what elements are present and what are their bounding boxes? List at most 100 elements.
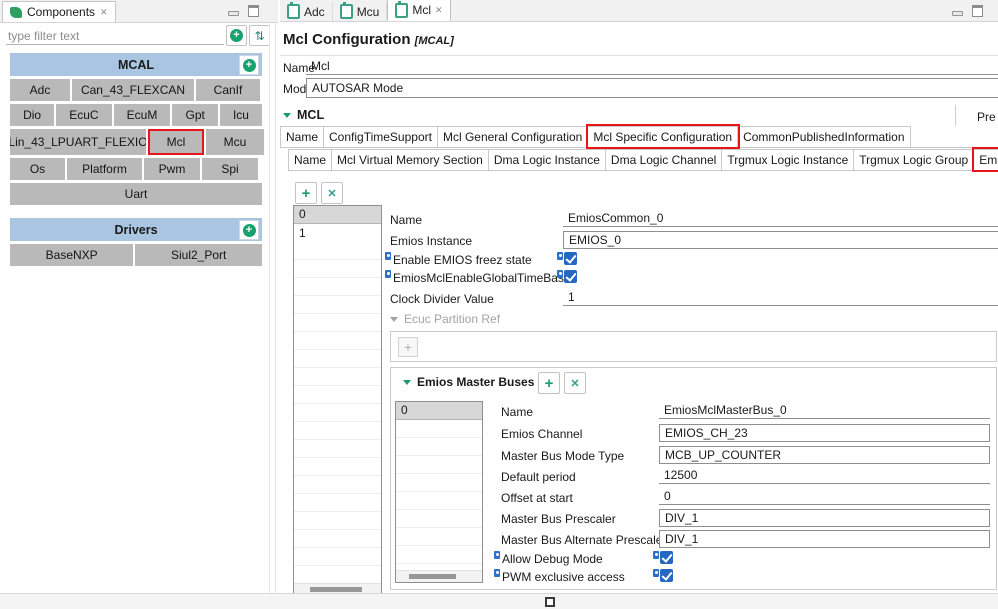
bus-name-field[interactable]: EmiosMclMasterBus_0 — [659, 402, 990, 419]
scrollbar-thumb[interactable] — [309, 587, 362, 592]
master-bus-prescaler-label: Master Bus Prescaler — [501, 512, 616, 526]
close-icon[interactable]: ✕ — [435, 5, 443, 15]
tab-mcl-general-configuration[interactable]: Mcl General Configuration — [437, 126, 589, 147]
mcal-button-row-2: Dio EcuC EcuM Gpt Icu — [10, 104, 263, 126]
component-button-ecuc[interactable]: EcuC — [56, 104, 112, 126]
allow-debug-mode-checkbox[interactable] — [660, 551, 673, 564]
component-button-mcu[interactable]: Mcu — [206, 129, 264, 155]
collapse-chevron-icon[interactable] — [283, 113, 291, 118]
tab-emioscommon-highlighted[interactable]: EmiosCommon — [974, 149, 998, 170]
list-delete-button[interactable]: ✕ — [321, 182, 343, 204]
editor-tab-mcl[interactable]: Mcl ✕ — [387, 0, 451, 21]
pwm-exclusive-access-checkbox[interactable] — [660, 569, 673, 582]
tab-trgmux-logic-group[interactable]: Trgmux Logic Group — [854, 149, 975, 170]
filter-input[interactable] — [6, 27, 224, 45]
component-button-pwm[interactable]: Pwm — [144, 158, 200, 180]
maximize-icon[interactable] — [248, 5, 259, 17]
component-button-siul2-port[interactable]: Siul2_Port — [135, 244, 262, 266]
components-tab-label: Components — [27, 5, 96, 19]
tab-dma-logic-instance[interactable]: Dma Logic Instance — [488, 149, 606, 170]
emios-instance-label: Emios Instance — [390, 234, 473, 248]
master-bus-alt-prescaler-label: Master Bus Alternate Prescaler — [501, 533, 667, 547]
master-bus-list[interactable]: 0 — [395, 401, 483, 583]
list-item-1[interactable]: 1 — [294, 224, 381, 242]
freez-state-checkbox[interactable] — [564, 252, 577, 265]
tab-dma-logic-channel[interactable]: Dma Logic Channel — [605, 149, 723, 170]
mcal-header-label: MCAL — [117, 57, 155, 72]
emios-instance-select[interactable]: EMIOS_0 — [563, 231, 998, 249]
add-component-button[interactable]: + — [226, 25, 247, 46]
partition-add-button[interactable]: + — [398, 337, 418, 357]
tab-mcl-virtual-memory-section[interactable]: Mcl Virtual Memory Section — [332, 149, 489, 170]
scrollbar-thumb[interactable] — [408, 574, 457, 579]
master-bus-add-button[interactable]: + — [538, 372, 560, 394]
plus-icon: + — [242, 58, 256, 72]
mode-select[interactable]: AUTOSAR Mode — [306, 78, 998, 98]
emios-channel-select[interactable]: EMIOS_CH_23 — [659, 424, 990, 442]
editor-tab-mcl-label: Mcl — [412, 3, 432, 17]
module-icon — [395, 0, 409, 18]
component-button-basenxp[interactable]: BaseNXP — [10, 244, 134, 266]
editor-tab-adc-label: Adc — [304, 4, 325, 19]
tab-trgmux-logic-instance[interactable]: Trgmux Logic Instance — [722, 149, 855, 170]
panel-splitter[interactable] — [269, 22, 270, 593]
tab-configtimesupport[interactable]: ConfigTimeSupport — [324, 126, 438, 147]
component-button-lin-43-lpuart-flexio[interactable]: Lin_43_LPUART_FLEXIO — [10, 129, 146, 155]
component-button-dio[interactable]: Dio — [10, 104, 55, 126]
tab-components[interactable]: Components ✕ — [2, 1, 116, 22]
master-bus-delete-button[interactable]: ✕ — [564, 372, 586, 394]
component-button-canif[interactable]: CanIf — [196, 79, 260, 101]
component-button-spi[interactable]: Spi — [202, 158, 258, 180]
component-button-mcl-highlighted[interactable]: Mcl — [148, 129, 204, 155]
default-indicator-icon — [385, 252, 391, 260]
section-header-drivers[interactable]: Drivers + — [10, 218, 262, 241]
component-button-gpt[interactable]: Gpt — [172, 104, 218, 126]
preview-clipped-label[interactable]: Pre — [977, 110, 996, 124]
drivers-add-button[interactable]: + — [239, 220, 259, 240]
collapse-chevron-icon[interactable] — [390, 317, 398, 322]
clock-divider-field[interactable]: 1 — [563, 289, 998, 306]
page-title: Mcl Configuration [MCAL] — [283, 31, 454, 48]
globaltimebase-checkbox[interactable] — [564, 270, 577, 283]
component-button-adc[interactable]: Adc — [10, 79, 70, 101]
component-button-uart[interactable]: Uart — [10, 183, 262, 205]
list-item-0-selected[interactable]: 0 — [396, 402, 482, 420]
section-header-mcal[interactable]: MCAL + — [10, 53, 262, 76]
horizontal-scrollbar[interactable] — [396, 570, 482, 582]
minimize-icon[interactable] — [228, 10, 239, 16]
component-button-os[interactable]: Os — [10, 158, 65, 180]
close-icon[interactable]: ✕ — [100, 7, 108, 17]
list-item-0-selected[interactable]: 0 — [294, 206, 381, 224]
component-button-ecum[interactable]: EcuM — [113, 104, 171, 126]
tab-name-2[interactable]: Name — [288, 149, 333, 170]
default-indicator-icon — [557, 252, 563, 260]
minimize-icon[interactable] — [952, 10, 963, 16]
mcal-add-button[interactable]: + — [239, 55, 259, 75]
offset-at-start-field[interactable]: 0 — [659, 488, 990, 505]
emios-common-list[interactable]: 0 1 — [293, 205, 382, 596]
component-button-icu[interactable]: Icu — [219, 104, 263, 126]
tab-commonpublishedinformation[interactable]: CommonPublishedInformation — [738, 126, 911, 147]
component-button-platform[interactable]: Platform — [67, 158, 142, 180]
plus-icon: + — [544, 374, 554, 392]
list-add-button[interactable]: + — [295, 182, 317, 204]
editor-tab-mcu[interactable]: Mcu — [333, 2, 388, 21]
application-window: Components ✕ + ⇅ MCAL + Adc Can_43_FLEXC… — [0, 0, 998, 609]
page-title-text: Mcl Configuration — [283, 31, 411, 48]
component-button-can-43-flexcan[interactable]: Can_43_FLEXCAN — [72, 79, 194, 101]
editor-tab-adc[interactable]: Adc — [280, 2, 333, 21]
maximize-icon[interactable] — [972, 5, 983, 17]
master-bus-alt-prescaler-select[interactable]: DIV_1 — [659, 530, 990, 548]
ecuc-partition-ref-label: Ecuc Partition Ref — [404, 312, 501, 326]
master-bus-prescaler-select[interactable]: DIV_1 — [659, 509, 990, 527]
master-bus-mode-type-select[interactable]: MCB_UP_COUNTER — [659, 446, 990, 464]
default-period-field[interactable]: 12500 — [659, 467, 990, 484]
collapse-chevron-icon[interactable] — [403, 380, 411, 385]
emios-name-field[interactable]: EmiosCommon_0 — [563, 210, 998, 227]
tab-name[interactable]: Name — [280, 126, 325, 147]
sort-button[interactable]: ⇅ — [249, 25, 270, 46]
tab-mcl-specific-configuration-highlighted[interactable]: Mcl Specific Configuration — [588, 126, 739, 147]
ecuc-partition-ref-box: + — [390, 331, 997, 362]
splitter-handle[interactable] — [545, 597, 555, 607]
name-field[interactable]: Mcl — [306, 58, 998, 75]
